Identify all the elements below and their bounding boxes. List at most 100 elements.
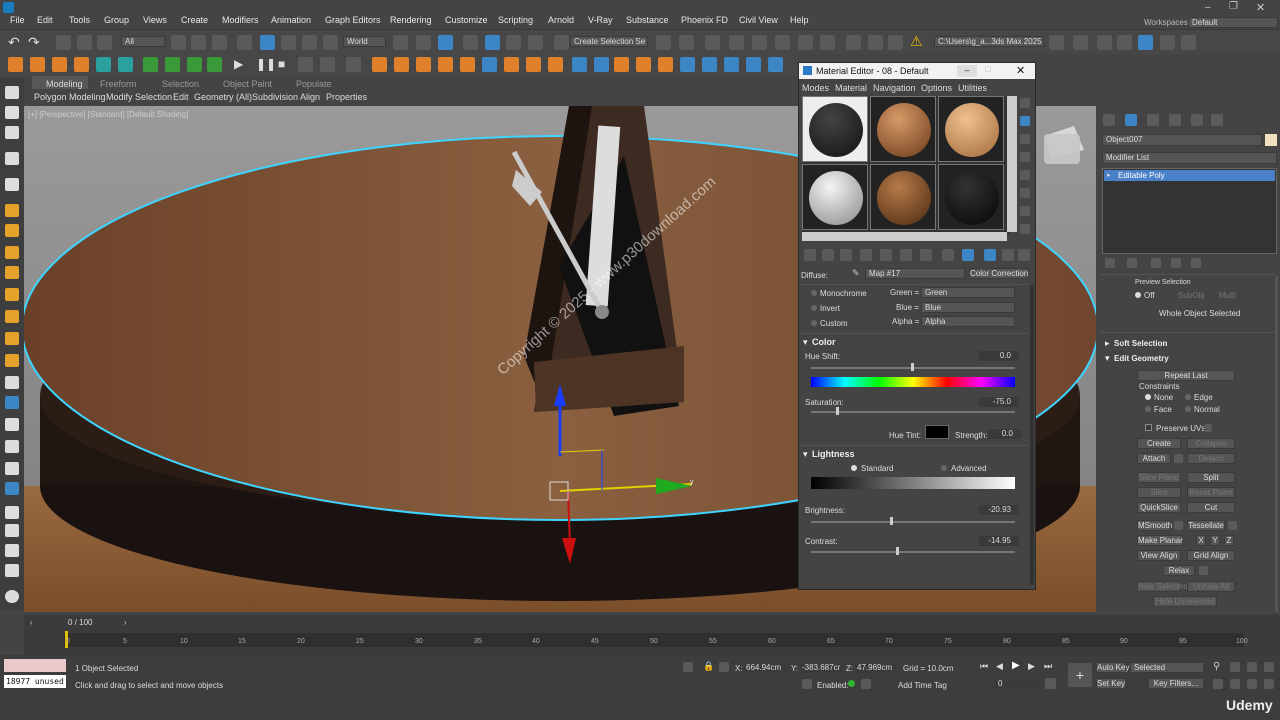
- tessellate-button[interactable]: Tessellate: [1187, 520, 1225, 531]
- ribbon-properties[interactable]: Properties: [326, 92, 367, 102]
- display-icon[interactable]: [5, 178, 19, 191]
- ribbon-edit[interactable]: Edit: [173, 92, 189, 102]
- preview-off-radio[interactable]: [1135, 292, 1141, 298]
- rendered-frame-icon[interactable]: [846, 35, 861, 50]
- autodesk-icon[interactable]: [1138, 35, 1153, 50]
- make-unique-icon[interactable]: [1151, 258, 1161, 268]
- pin-stack-icon[interactable]: [1105, 258, 1115, 268]
- stop-icon[interactable]: ■: [278, 57, 285, 71]
- alpha-channel-dropdown[interactable]: Alpha: [921, 316, 1015, 327]
- particle-icon-1[interactable]: [143, 57, 158, 72]
- close-icon[interactable]: ✕: [1016, 64, 1025, 77]
- reset-plane-button[interactable]: Reset Plane: [1187, 487, 1235, 498]
- sample-scrollbar-h[interactable]: [802, 232, 1007, 241]
- hue-tint-swatch[interactable]: [925, 425, 949, 439]
- select-manipulate-icon[interactable]: [416, 35, 431, 50]
- brightness-knob[interactable]: [890, 517, 893, 525]
- key-set-dropdown[interactable]: Selected: [1130, 662, 1204, 673]
- tool-icon-11[interactable]: [5, 418, 19, 431]
- ribbon-polygon-modeling[interactable]: Polygon Modeling: [34, 92, 106, 102]
- liquid-icon-2[interactable]: [572, 57, 587, 72]
- brightness-slider[interactable]: [811, 521, 1015, 523]
- ribbon-tab-freeform[interactable]: Freeform: [100, 79, 137, 89]
- liquid-icon-4[interactable]: [680, 57, 695, 72]
- monochrome-radio[interactable]: [811, 290, 817, 296]
- particle-icon-4[interactable]: [207, 57, 222, 72]
- material-editor-titlebar[interactable]: Material Editor - 08 - Default – □ ✕: [799, 63, 1035, 79]
- ribbon-tab-populate[interactable]: Populate: [296, 79, 332, 89]
- menu-help[interactable]: Help: [790, 15, 809, 25]
- strength-spinner[interactable]: 0.0: [987, 429, 1021, 439]
- menu-file[interactable]: File: [10, 15, 25, 25]
- liquid-icon-6[interactable]: [724, 57, 739, 72]
- previous-frame-icon[interactable]: ◀: [996, 661, 1003, 672]
- fire-icon-3[interactable]: [416, 57, 431, 72]
- sample-type-icon[interactable]: [1020, 98, 1030, 108]
- attach-list-icon[interactable]: [1174, 454, 1183, 463]
- select-by-material-icon[interactable]: [1020, 224, 1030, 234]
- uv-tiling-icon[interactable]: [1020, 152, 1030, 162]
- msmooth-settings-icon[interactable]: [1174, 521, 1183, 530]
- pivot-center-icon[interactable]: [393, 35, 408, 50]
- color-rollout-arrow-icon[interactable]: ▾: [803, 337, 808, 348]
- window-crossing-icon[interactable]: [237, 35, 252, 50]
- restore-icon[interactable]: ❐: [1229, 1, 1238, 12]
- x-coordinate-field[interactable]: 664.94cm: [744, 663, 786, 673]
- contrast-slider[interactable]: [811, 551, 1015, 553]
- zoom-extents-icon[interactable]: [1247, 662, 1257, 672]
- constraint-edge-radio[interactable]: [1185, 394, 1191, 400]
- relax-button[interactable]: Relax: [1163, 565, 1195, 576]
- material-editor-window[interactable]: Material Editor - 08 - Default – □ ✕ Mod…: [798, 62, 1036, 590]
- brightness-spinner[interactable]: -20.93: [979, 505, 1019, 515]
- go-to-start-icon[interactable]: ⏮: [980, 661, 988, 672]
- reference-coord-dropdown[interactable]: World: [343, 36, 386, 47]
- background-icon[interactable]: [1020, 134, 1030, 144]
- object-color-swatch[interactable]: [1265, 134, 1277, 146]
- adaptive-degradation-icon[interactable]: [802, 679, 812, 689]
- orbit-icon[interactable]: [1247, 679, 1257, 689]
- unhide-all-button[interactable]: Unhide All: [1187, 581, 1235, 592]
- menu-substance[interactable]: Substance: [626, 15, 669, 25]
- modify-icon[interactable]: [5, 106, 19, 119]
- fire-icon-2[interactable]: [394, 57, 409, 72]
- go-to-end-icon[interactable]: ⏭: [1044, 661, 1052, 672]
- go-forward-icon[interactable]: [1002, 249, 1014, 261]
- tool-icon-8[interactable]: [5, 354, 19, 367]
- object-name-field[interactable]: Object007: [1102, 134, 1262, 146]
- scale-icon[interactable]: [302, 35, 317, 50]
- menu-phoenix-fd[interactable]: Phoenix FD: [681, 15, 728, 25]
- sample-slot-5[interactable]: [870, 164, 936, 230]
- time-slider[interactable]: ‹ 0 / 100 › 0 5 10 15 20 25 30 35 40 45 …: [24, 615, 1280, 655]
- tool-icon-10[interactable]: [5, 396, 19, 409]
- workspaces-dropdown[interactable]: Default: [1188, 17, 1278, 28]
- snaps-toggle-icon[interactable]: [463, 35, 478, 50]
- tool-icon-2[interactable]: [5, 224, 19, 237]
- soft-selection-rollout-arrow-icon[interactable]: ▸: [1105, 338, 1110, 349]
- hide-unselected-button[interactable]: Hide Unselected: [1153, 596, 1217, 607]
- sample-slot-2[interactable]: [870, 96, 936, 162]
- menu-arnold[interactable]: Arnold: [548, 15, 574, 25]
- sample-slot-3[interactable]: [938, 96, 1004, 162]
- selection-filter-dropdown[interactable]: All: [121, 36, 165, 47]
- keyboard-shortcut-icon[interactable]: [438, 35, 453, 50]
- eyedropper-icon[interactable]: ✎: [852, 268, 860, 279]
- hue-shift-spinner[interactable]: 0.0: [979, 351, 1019, 361]
- liquid-icon-8[interactable]: [768, 57, 783, 72]
- material-editor-icon[interactable]: [798, 35, 813, 50]
- contrast-knob[interactable]: [896, 547, 899, 555]
- hide-selected-button[interactable]: Hide Selected: [1137, 581, 1188, 592]
- zoom-icon[interactable]: ⚲: [1213, 661, 1220, 672]
- put-to-library-icon[interactable]: [900, 249, 912, 261]
- planar-z-button[interactable]: Z: [1224, 535, 1234, 546]
- warning-icon[interactable]: ⚠: [910, 33, 923, 50]
- create-tab-icon[interactable]: [1103, 114, 1115, 126]
- maximize-viewport-icon[interactable]: [1264, 679, 1274, 689]
- custom-radio[interactable]: [811, 320, 817, 326]
- show-end-result-icon[interactable]: [1127, 258, 1137, 268]
- vray-icon-1[interactable]: [8, 57, 23, 72]
- stack-item-editable-poly[interactable]: ▸ Editable Poly: [1104, 170, 1275, 181]
- open-explorer-icon[interactable]: [1073, 35, 1088, 50]
- liquid-icon-1[interactable]: [482, 57, 497, 72]
- motion-tab-icon[interactable]: [1169, 114, 1181, 126]
- expand-arrow-icon[interactable]: ▸: [1107, 171, 1111, 179]
